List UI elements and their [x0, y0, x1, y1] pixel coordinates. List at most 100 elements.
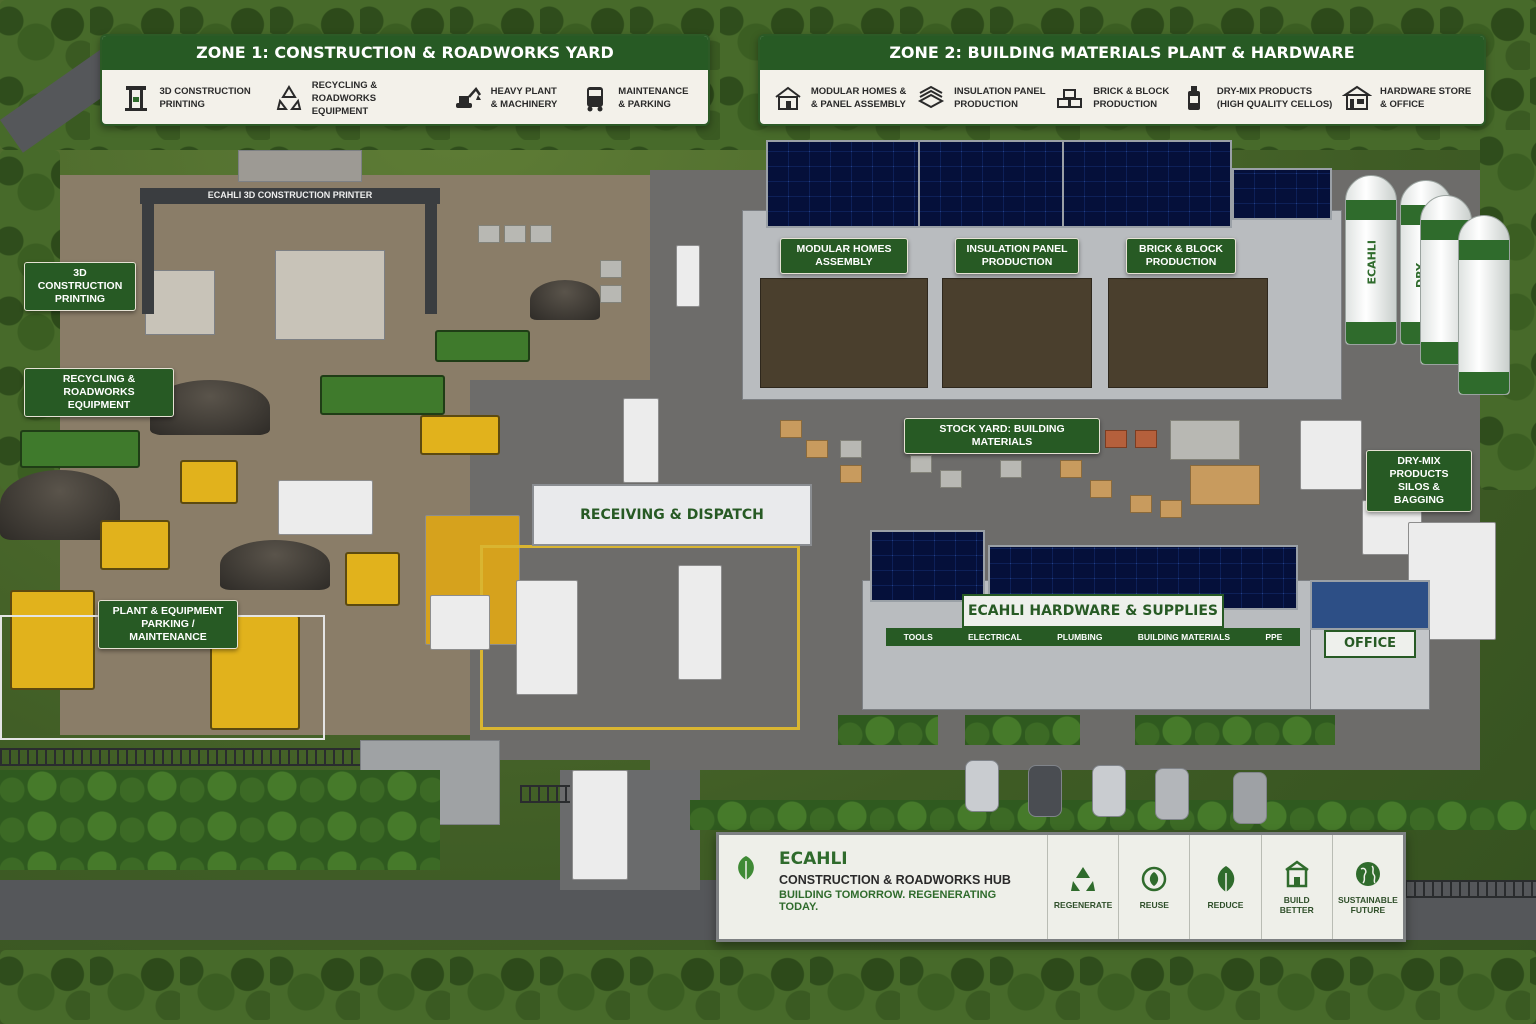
zone2-item-brick-line1: BRICK & BLOCK — [1093, 86, 1170, 97]
dry-mix-silo: ECAHLI — [1345, 175, 1397, 345]
bricks-icon — [1057, 89, 1083, 108]
recycle-icon — [276, 85, 301, 110]
zone1-banner: ZONE 1: CONSTRUCTION & ROADWORKS YARD 3D… — [100, 34, 710, 126]
zone2-item-store-line2: & OFFICE — [1380, 99, 1425, 110]
billboard-subtitle: CONSTRUCTION & ROADWORKS HUB — [779, 873, 1011, 887]
label-drymix-line1: DRY-MIX PRODUCTS — [1389, 455, 1449, 480]
delivery-truck — [1300, 420, 1362, 490]
zone1-item-heavy-plant-line1: HEAVY PLANT — [490, 86, 557, 97]
insulation-bay — [942, 278, 1092, 388]
zone2-item-drymix-line2: (HIGH QUALITY CELLOS) — [1216, 99, 1333, 110]
dept-electrical: ELECTRICAL — [968, 632, 1022, 642]
conveyor-machine — [435, 330, 530, 362]
label-drymix-line2: SILOS & BAGGING — [1393, 481, 1445, 506]
zone2-item-insulation-line1: INSULATION PANEL — [954, 86, 1046, 97]
zone1-item-recycling-line2: ROADWORKS EQUIPMENT — [311, 92, 377, 117]
perimeter-fence — [520, 785, 570, 803]
pallet — [910, 455, 932, 473]
leaf-logo-icon — [738, 856, 754, 880]
tipper-truck — [278, 480, 373, 535]
block-stack — [478, 225, 500, 243]
pallet — [1190, 465, 1260, 505]
label-parking: PLANT & EQUIPMENT PARKING / MAINTENANCE — [98, 600, 238, 649]
perimeter-fence — [1405, 880, 1536, 898]
printed-walls-2 — [275, 250, 385, 340]
perimeter-fence — [0, 748, 360, 766]
pillar-reduce: REDUCE — [1189, 835, 1260, 939]
zone1-item-printing-line2: PRINTING — [159, 99, 205, 110]
pillar-sustainable-future: SUSTAINABLE FUTURE — [1331, 835, 1403, 939]
vehicle-icon — [587, 87, 604, 112]
site-cabin — [238, 150, 362, 182]
zone2-item-store-line1: HARDWARE STORE — [1380, 86, 1472, 97]
pillar-reuse-label: REUSE — [1139, 900, 1169, 910]
office-roof — [1310, 580, 1430, 630]
receiving-dispatch-canopy: RECEIVING & DISPATCH — [532, 484, 812, 546]
zone2-item-drymix: DRY-MIX PRODUCTS (HIGH QUALITY CELLOS) — [1179, 83, 1332, 113]
house-icon — [775, 86, 801, 110]
factory-solar-roof-4 — [1232, 168, 1332, 220]
delivery-truck — [572, 770, 628, 880]
pallet — [1170, 420, 1240, 460]
pillar-reduce-label: REDUCE — [1207, 900, 1244, 910]
building-icon — [1284, 860, 1309, 888]
delivery-truck — [678, 565, 722, 680]
label-modular: MODULAR HOMES ASSEMBLY — [780, 238, 908, 274]
label-drymix: DRY-MIX PRODUCTS SILOS & BAGGING — [1366, 450, 1472, 512]
label-3d-printing-line1: 3D CONSTRUCTION — [37, 267, 123, 292]
department-strip: TOOLS ELECTRICAL PLUMBING BUILDING MATER… — [886, 628, 1300, 646]
parked-car — [1233, 772, 1267, 824]
printed-walls-1 — [145, 270, 215, 335]
zone1-item-heavy-plant: HEAVY PLANT & MACHINERY — [453, 83, 557, 113]
planter-bed — [965, 715, 1080, 745]
block-stack — [600, 285, 622, 303]
pallet — [940, 470, 962, 488]
screener-machine — [320, 375, 445, 415]
label-recycling: RECYCLING & ROADWORKS EQUIPMENT — [24, 368, 174, 417]
label-brick-line1: BRICK & BLOCK — [1139, 243, 1223, 255]
zone2-item-insulation: INSULATION PANEL PRODUCTION — [916, 83, 1046, 113]
pillar-sustainable-future-label: SUSTAINABLE FUTURE — [1337, 895, 1398, 915]
planter-bed — [838, 715, 938, 745]
zone2-item-brick: BRICK & BLOCK PRODUCTION — [1055, 83, 1169, 113]
store-icon — [1342, 85, 1373, 110]
delivery-truck — [516, 580, 578, 695]
zone1-item-maintenance: MAINTENANCE & PARKING — [580, 83, 688, 113]
pillar-build-better: BUILD BETTER — [1260, 835, 1332, 939]
office-sign: OFFICE — [1324, 630, 1416, 658]
hedge-row — [0, 770, 440, 870]
label-stock-yard: STOCK YARD: BUILDING MATERIALS — [904, 418, 1100, 454]
pillar-reuse: REUSE — [1118, 835, 1189, 939]
label-recycling-line2: EQUIPMENT — [67, 399, 131, 411]
billboard-tagline: BUILDING TOMORROW. REGENERATING TODAY. — [779, 889, 997, 913]
zone2-item-insulation-line2: PRODUCTION — [954, 99, 1018, 110]
pallet — [1160, 500, 1182, 518]
zone2-banner: ZONE 2: BUILDING MATERIALS PLANT & HARDW… — [758, 34, 1486, 126]
factory-solar-roof-1 — [766, 140, 926, 228]
pallet — [1130, 495, 1152, 513]
pillar-build-better-label: BUILD BETTER — [1279, 895, 1314, 915]
zone2-item-modular-line2: & PANEL ASSEMBLY — [810, 99, 906, 110]
pallet — [840, 440, 862, 458]
zone1-item-recycling-line1: RECYCLING & — [311, 79, 378, 91]
modular-bay — [760, 278, 928, 388]
printer-gantry-leg-right — [425, 204, 437, 314]
store-solar-roof-left — [870, 530, 985, 602]
brick-bay — [1108, 278, 1268, 388]
parked-car — [1028, 765, 1062, 817]
zone1-item-maintenance-line1: MAINTENANCE — [618, 86, 689, 97]
excavator — [420, 415, 500, 455]
block-stack — [504, 225, 526, 243]
pallet — [1000, 460, 1022, 478]
dept-ppe: PPE — [1265, 632, 1283, 642]
loader — [180, 460, 238, 504]
label-modular-line2: ASSEMBLY — [815, 256, 873, 268]
zone1-item-maintenance-line2: & PARKING — [618, 99, 671, 110]
pallet — [840, 465, 862, 483]
zone1-title: ZONE 1: CONSTRUCTION & ROADWORKS YARD — [102, 36, 708, 70]
bottle-icon — [1187, 86, 1200, 110]
label-insulation-line2: PRODUCTION — [981, 256, 1053, 268]
globe-icon — [1355, 862, 1380, 886]
reuse-leaf-icon — [1142, 866, 1167, 892]
planter-bed — [1135, 715, 1335, 745]
